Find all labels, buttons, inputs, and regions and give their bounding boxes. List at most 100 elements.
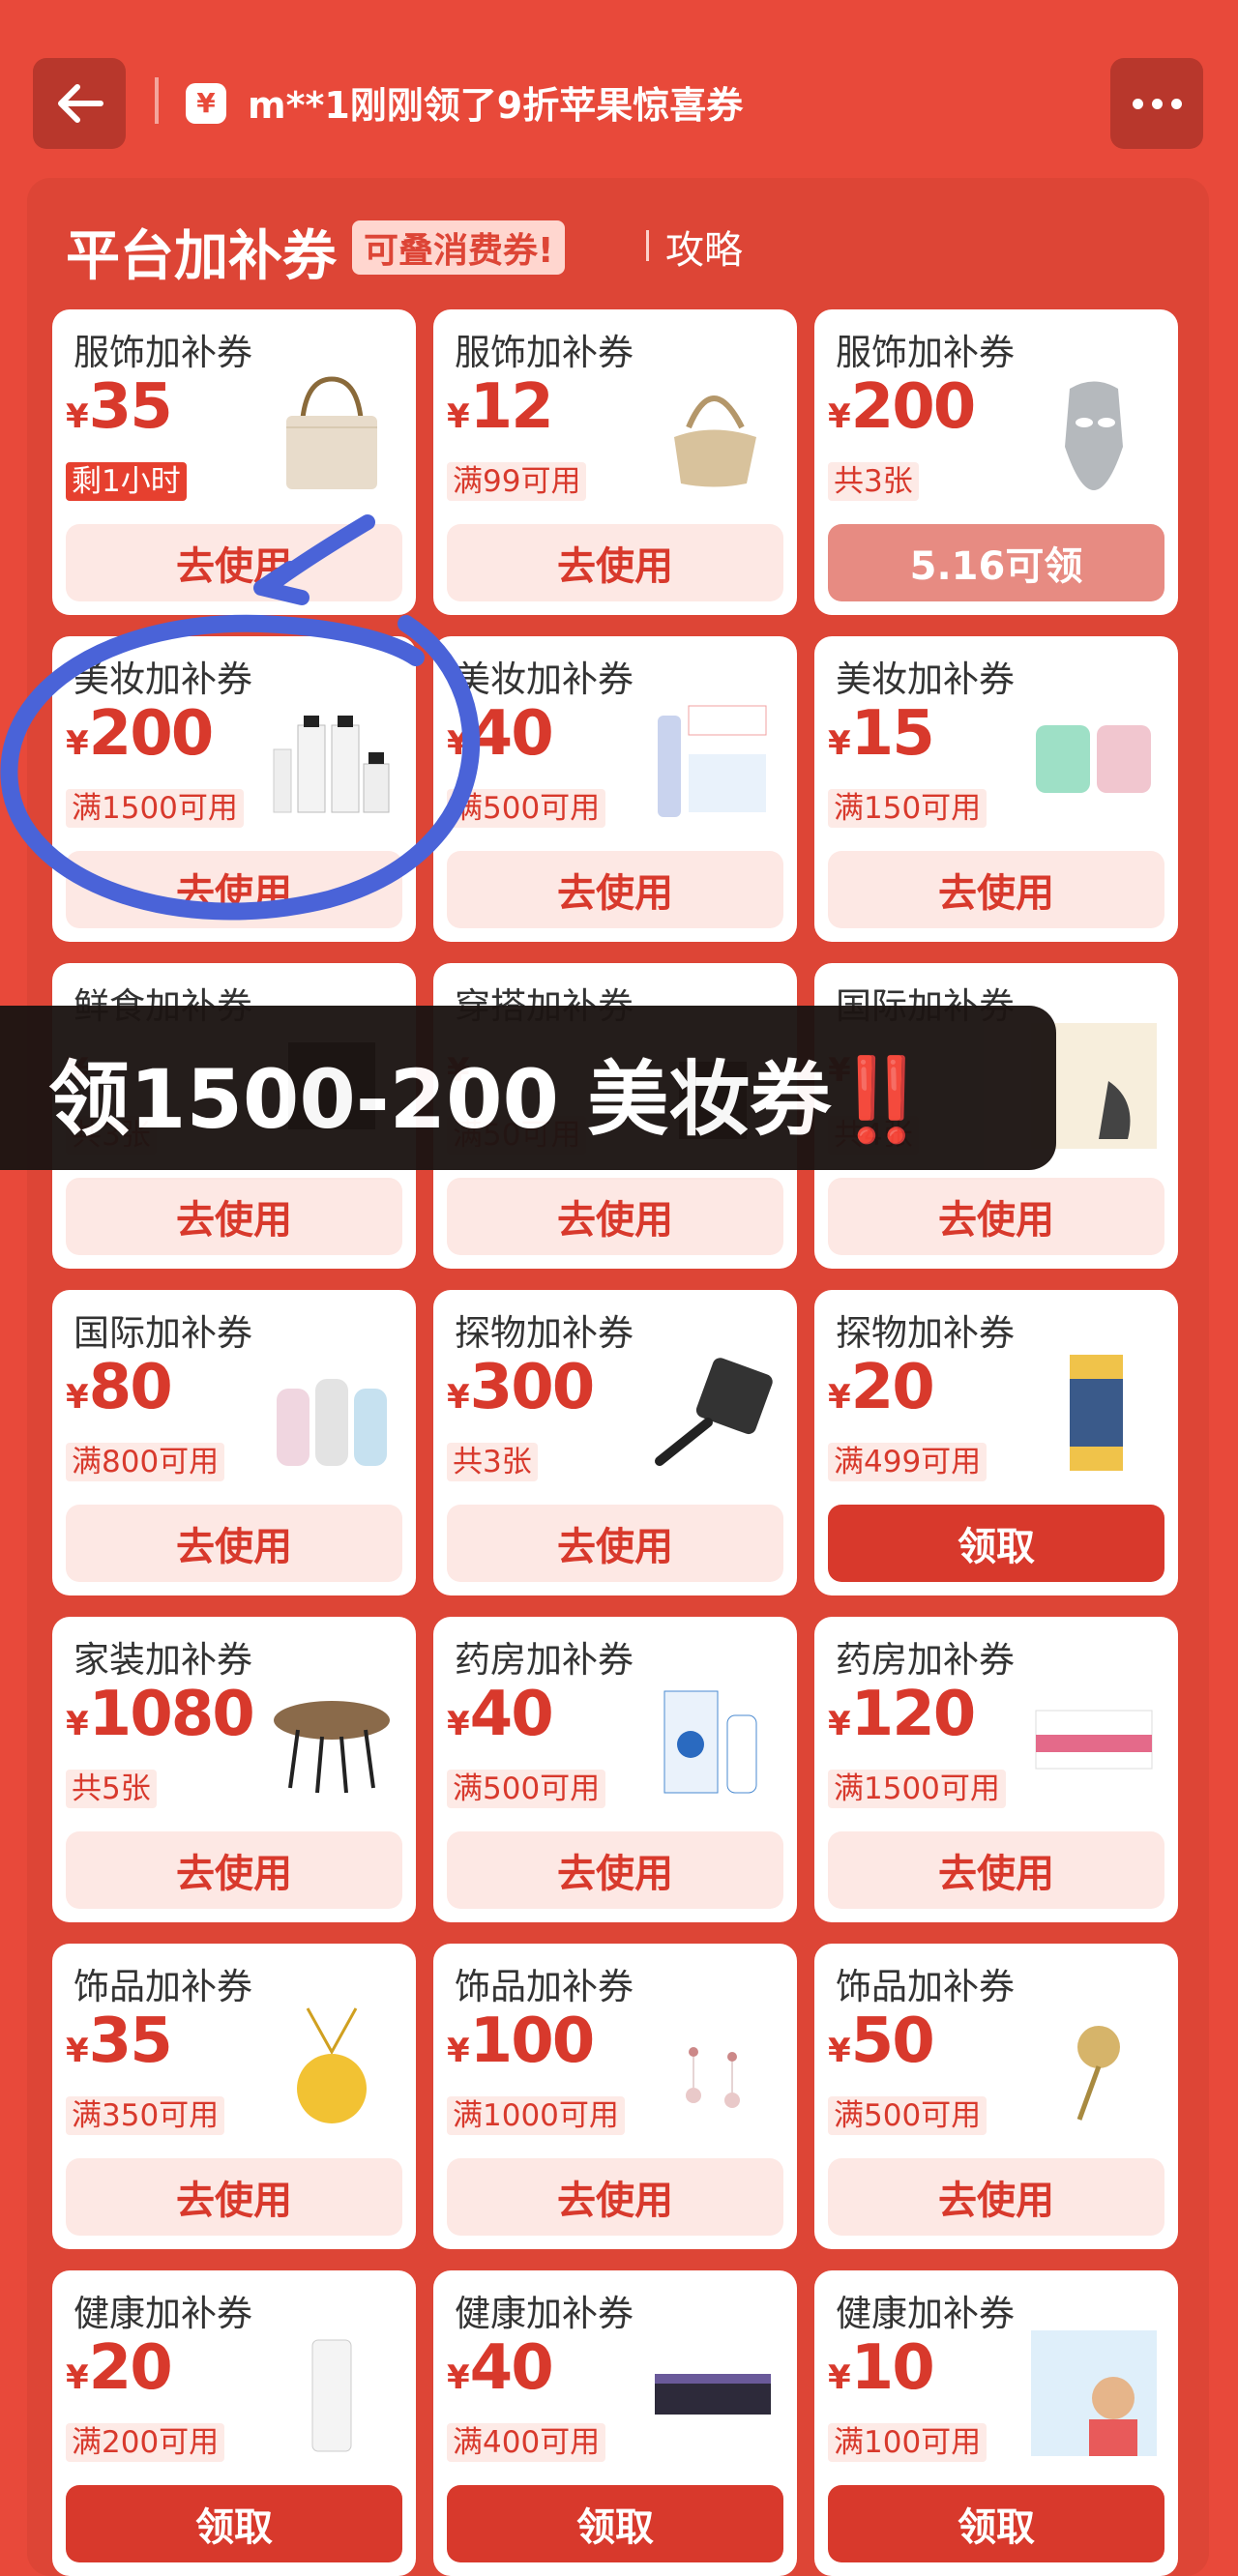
back-button[interactable] — [33, 58, 126, 149]
ticker-divider — [155, 77, 159, 124]
coupon-value: 20 — [850, 1352, 935, 1423]
currency-symbol: ¥ — [66, 724, 89, 763]
claim-button[interactable]: 领取 — [447, 2485, 783, 2562]
coupon-condition: 满350可用 — [66, 2096, 225, 2135]
coupon-card[interactable]: 药房加补券 ¥120 满1500可用去使用 — [814, 1617, 1178, 1922]
coupon-title: 国际加补券 — [74, 1312, 252, 1354]
coupon-title: 药房加补券 — [455, 1639, 634, 1681]
use-button[interactable]: 去使用 — [66, 1831, 402, 1909]
header-divider — [646, 230, 649, 261]
coupon-title: 药房加补券 — [836, 1639, 1015, 1681]
coupon-value: 300 — [469, 1352, 596, 1423]
coupon-amount: ¥40 — [447, 698, 554, 770]
coupon-value: 40 — [469, 2332, 554, 2404]
coupon-card[interactable]: 美妆加补券 ¥15 满150可用 去使用 — [814, 636, 1178, 942]
use-button[interactable]: 去使用 — [828, 1831, 1164, 1909]
back-arrow-icon — [58, 84, 103, 123]
coupon-card[interactable]: 药房加补券 ¥40 满500可用 去使用 — [433, 1617, 797, 1922]
coupon-card[interactable]: 饰品加补券 ¥50 满500可用 去使用 — [814, 1944, 1178, 2249]
use-button[interactable]: 去使用 — [447, 1505, 783, 1582]
currency-symbol: ¥ — [66, 2032, 89, 2070]
coupon-amount: ¥120 — [828, 1679, 976, 1750]
coupon-amount: ¥10 — [828, 2332, 935, 2404]
currency-symbol: ¥ — [828, 397, 851, 436]
coupon-card[interactable]: 服饰加补券 ¥12 满99可用 去使用 — [433, 309, 797, 615]
currency-symbol: ¥ — [447, 1705, 470, 1743]
use-button[interactable]: 去使用 — [66, 524, 402, 601]
coupon-amount: ¥35 — [66, 2005, 173, 2077]
coupon-title: 探物加补券 — [455, 1312, 634, 1354]
gold-pendant-icon — [297, 2007, 367, 2123]
use-button[interactable]: 去使用 — [66, 2158, 402, 2236]
currency-symbol: ¥ — [828, 1378, 851, 1417]
coupon-value: 10 — [850, 2332, 935, 2404]
use-button[interactable]: 去使用 — [828, 1178, 1164, 1255]
coupon-condition: 满500可用 — [447, 789, 606, 828]
coupon-card[interactable]: 健康加补券 ¥10 满100可用 领取 — [814, 2270, 1178, 2576]
claim-button[interactable]: 领取 — [828, 2485, 1164, 2562]
use-button[interactable]: 去使用 — [828, 2158, 1164, 2236]
claim-button[interactable]: 领取 — [828, 1505, 1164, 1582]
coupon-amount: ¥20 — [828, 1352, 935, 1423]
use-button[interactable]: 去使用 — [447, 1831, 783, 1909]
coupon-card[interactable]: 饰品加补券 ¥100 满1000可用 去使用 — [433, 1944, 797, 2249]
coupon-card[interactable]: 饰品加补券 ¥35 满350可用 去使用 — [52, 1944, 416, 2249]
coupon-card[interactable]: 探物加补券 ¥20 满499可用 领取 — [814, 1290, 1178, 1595]
coupon-amount: ¥12 — [447, 371, 554, 443]
coupon-value: 35 — [88, 2005, 173, 2077]
coupon-value: 200 — [850, 371, 977, 443]
coupon-card[interactable]: 家装加补券 ¥1080 共5张去使用 — [52, 1617, 416, 1922]
coupon-card[interactable]: 探物加补券 ¥300 共3张 去使用 — [433, 1290, 797, 1595]
cream-jars-icon — [1036, 725, 1151, 793]
coupon-amount: ¥300 — [447, 1352, 596, 1423]
coupon-card[interactable]: 健康加补券 ¥40 满400可用 领取 — [433, 2270, 797, 2576]
coupon-grid: 服饰加补券 ¥35 剩1小时 去使用 服饰加补券 ¥12 满99可用 去使用 服饰加补券 ¥200… — [52, 309, 1184, 2576]
coupon-condition: 满1500可用 — [828, 1770, 1006, 1808]
claim-button[interactable]: 领取 — [66, 2485, 402, 2562]
coupon-value: 20 — [88, 2332, 173, 2404]
coupon-condition: 共5张 — [66, 1770, 157, 1808]
claim-later-button[interactable]: 5.16可领 — [828, 524, 1164, 601]
promo-overlay-banner: 领1500-200 美妆券‼️ — [0, 1006, 1056, 1170]
shoulder-bag-icon — [674, 395, 756, 487]
currency-symbol: ¥ — [66, 1378, 89, 1417]
coupon-value: 80 — [88, 1352, 173, 1423]
use-button[interactable]: 去使用 — [447, 524, 783, 601]
coupon-amount: ¥40 — [447, 2332, 554, 2404]
coupon-amount: ¥15 — [828, 698, 935, 770]
skincare-kit-icon — [658, 705, 767, 817]
coupon-card[interactable]: 健康加补券 ¥20 满200可用 领取 — [52, 2270, 416, 2576]
use-button[interactable]: 去使用 — [828, 851, 1164, 928]
coupon-card[interactable]: 美妆加补券 ¥200 满1500可用 去使用 — [52, 636, 416, 942]
coupon-condition: 满150可用 — [828, 789, 987, 828]
coupon-card[interactable]: 服饰加补券 ¥35 剩1小时 去使用 — [52, 309, 416, 615]
coupon-title: 美妆加补券 — [455, 659, 634, 700]
coupon-title: 家装加补券 — [74, 1639, 252, 1681]
coupon-value: 12 — [469, 371, 554, 443]
coupon-amount: ¥1080 — [66, 1679, 255, 1750]
coupon-title: 服饰加补券 — [455, 332, 634, 373]
more-button[interactable] — [1110, 58, 1203, 149]
use-button[interactable]: 去使用 — [66, 1505, 402, 1582]
coupon-title: 健康加补券 — [455, 2293, 634, 2334]
coupon-title: 健康加补券 — [74, 2293, 252, 2334]
coupon-amount: ¥35 — [66, 371, 173, 443]
use-button[interactable]: 去使用 — [66, 1178, 402, 1255]
coupon-card[interactable]: 服饰加补券 ¥200 共3张 5.16可领 — [814, 309, 1178, 615]
coupon-amount: ¥40 — [447, 1679, 554, 1750]
guide-link[interactable]: 攻略 — [665, 219, 743, 275]
currency-symbol: ¥ — [447, 1378, 470, 1417]
coupon-value: 1080 — [88, 1679, 255, 1750]
more-dot-icon — [1151, 98, 1163, 109]
use-button[interactable]: 去使用 — [66, 851, 402, 928]
use-button[interactable]: 去使用 — [447, 1178, 783, 1255]
currency-symbol: ¥ — [66, 2358, 89, 2397]
use-button[interactable]: 去使用 — [447, 851, 783, 928]
coupon-card[interactable]: 国际加补券 ¥80 满800可用 去使用 — [52, 1290, 416, 1595]
coupon-condition: 满500可用 — [828, 2096, 987, 2135]
coupon-card[interactable]: 美妆加补券 ¥40 满500可用去使用 — [433, 636, 797, 942]
use-button[interactable]: 去使用 — [447, 2158, 783, 2236]
coupon-amount: ¥80 — [66, 1352, 173, 1423]
currency-symbol: ¥ — [66, 397, 89, 436]
coupon-title: 美妆加补券 — [74, 659, 252, 700]
